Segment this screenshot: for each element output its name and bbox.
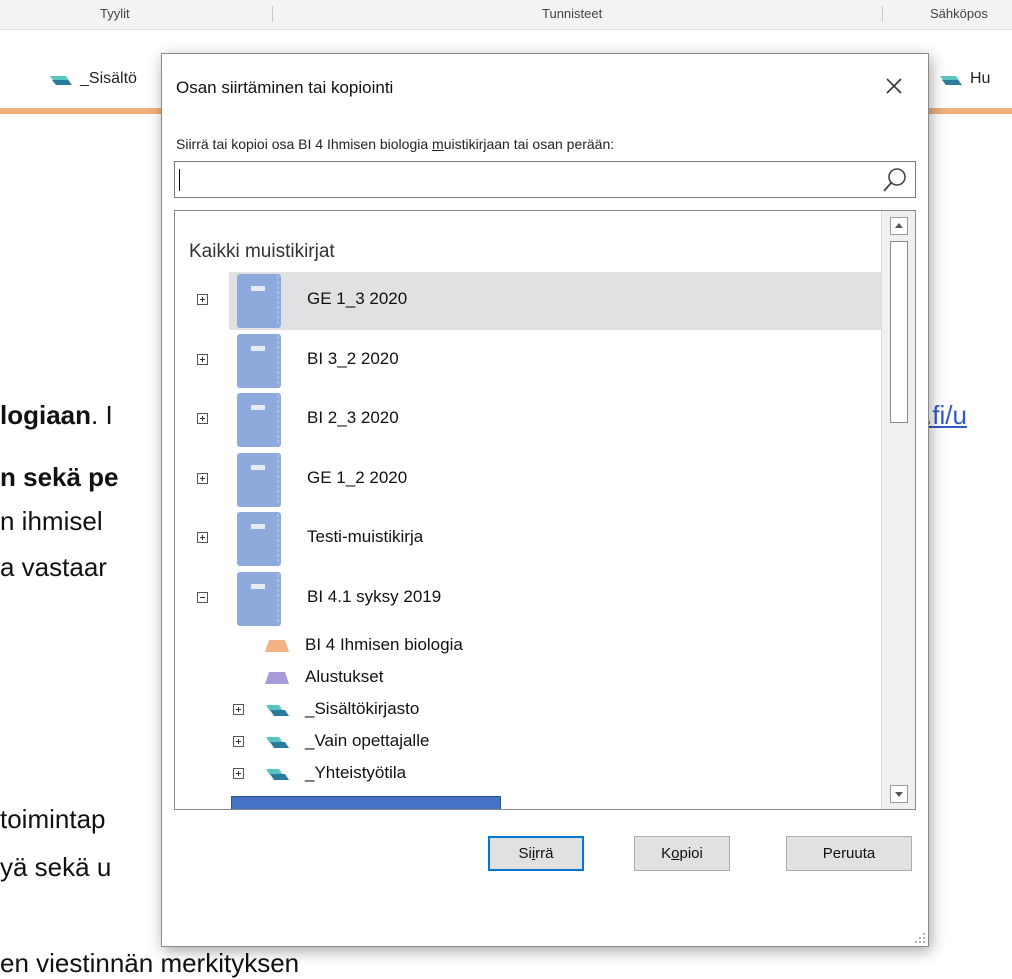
dialog-title: Osan siirtäminen tai kopiointi	[176, 78, 394, 97]
section-label: _Yhteistyötila	[305, 763, 407, 782]
section-item[interactable]: BI 4 Ihmisen biologia	[265, 631, 565, 661]
notebook-icon	[237, 274, 281, 328]
section-group-icon	[940, 76, 962, 85]
page-link[interactable]: .fi/u	[925, 400, 967, 431]
section-tab-label: Hu	[970, 70, 991, 87]
section-label: _Vain opettajalle	[305, 731, 430, 750]
scroll-down-button[interactable]	[890, 785, 908, 803]
scroll-up-button[interactable]	[890, 217, 908, 235]
notebook-item[interactable]: BI 2_3 2020	[175, 391, 881, 449]
search-icon[interactable]	[881, 166, 909, 194]
section-tab-label: _Sisältö	[80, 70, 137, 87]
notebook-item[interactable]: BI 3_2 2020	[175, 332, 881, 390]
notebook-label: BI 2_3 2020	[307, 408, 399, 427]
notebook-icon	[237, 572, 281, 626]
section-group-icon	[50, 76, 72, 85]
scroll-thumb[interactable]	[890, 241, 908, 423]
notebook-icon	[237, 393, 281, 447]
notebook-icon	[237, 334, 281, 388]
ribbon-group-tags[interactable]: Tunnisteet	[542, 6, 602, 21]
list-header: Kaikki muistikirjat	[189, 241, 335, 262]
page-text-line: n ihmisel	[0, 506, 103, 536]
ribbon-separator	[272, 6, 273, 22]
expand-icon[interactable]	[233, 736, 244, 747]
section-tab-hu[interactable]: Hu	[938, 70, 990, 88]
ribbon-group-email[interactable]: Sähköpos	[930, 6, 988, 21]
page-text-line: yä sekä u	[0, 852, 112, 882]
notebook-label: GE 1_2 2020	[307, 468, 408, 487]
page-text-line: logiaan. I	[0, 400, 113, 430]
notebook-item[interactable]: GE 1_3 2020	[197, 272, 881, 330]
ribbon-separator	[882, 6, 883, 22]
expand-icon[interactable]	[197, 354, 208, 365]
section-group-item[interactable]: _Vain opettajalle	[233, 727, 533, 757]
section-icon	[265, 672, 289, 684]
notebook-label: GE 1_3 2020	[307, 289, 408, 308]
dialog-prompt: Siirrä tai kopioi osa BI 4 Ihmisen biolo…	[176, 136, 615, 152]
notebook-item[interactable]: BI 4.1 syksy 2019	[175, 570, 881, 628]
close-button[interactable]	[874, 68, 914, 104]
expand-icon[interactable]	[197, 294, 208, 305]
expand-icon[interactable]	[233, 704, 244, 715]
notebook-item[interactable]: GE 1_2 2020	[175, 451, 881, 509]
collapse-icon[interactable]	[197, 592, 208, 603]
cancel-button[interactable]: Peruuta	[786, 836, 912, 871]
section-group-icon	[266, 769, 289, 780]
notebook-label: BI 3_2 2020	[307, 349, 399, 368]
notebook-icon	[237, 453, 281, 507]
notebook-label: BI 4.1 syksy 2019	[307, 587, 442, 606]
expand-icon[interactable]	[197, 413, 208, 424]
notebook-label: Testi-muistikirja	[307, 527, 424, 546]
resize-grip-icon[interactable]	[912, 930, 926, 944]
ribbon-group-styles[interactable]: Tyylit	[100, 6, 130, 21]
section-label: BI 4 Ihmisen biologia	[305, 635, 463, 654]
move-copy-dialog: Osan siirtäminen tai kopiointi Siirrä ta…	[161, 53, 929, 947]
notebook-item[interactable]: Testi-muistikirja	[175, 510, 881, 568]
page-text-line: en viestinnän merkityksen	[0, 948, 300, 978]
section-group-item[interactable]: _Yhteistyötila	[233, 759, 533, 789]
section-group-icon	[266, 737, 289, 748]
section-label: _Sisältökirjasto	[305, 699, 420, 718]
text-caret	[179, 169, 180, 191]
notebook-list[interactable]: Kaikki muistikirjat GE 1_3 2020 BI 3_2 2…	[174, 210, 916, 810]
section-label: Alustukset	[305, 667, 384, 686]
section-group-icon	[266, 705, 289, 716]
move-button[interactable]: Si i rrä	[488, 836, 584, 871]
search-input[interactable]	[174, 161, 916, 198]
section-tab-sisaltokirjasto[interactable]: _Sisältö	[48, 70, 137, 88]
section-group-item[interactable]: _Sisältökirjasto	[233, 695, 533, 725]
page-text-line: toimintap	[0, 804, 106, 834]
close-icon	[886, 78, 902, 94]
ribbon-bar: Tyylit Tunnisteet Sähköpos	[0, 0, 1012, 30]
vertical-scrollbar[interactable]	[881, 211, 915, 809]
expand-icon[interactable]	[197, 473, 208, 484]
redaction-box	[231, 796, 501, 809]
copy-button[interactable]: Ko pioi	[634, 836, 730, 871]
notebook-icon	[237, 512, 281, 566]
page-text-line: a vastaar	[0, 552, 107, 582]
expand-icon[interactable]	[233, 768, 244, 779]
section-icon	[265, 640, 289, 652]
expand-icon[interactable]	[197, 532, 208, 543]
section-item[interactable]: Alustukset	[265, 663, 565, 693]
page-text-line: n sekä pe	[0, 462, 119, 492]
